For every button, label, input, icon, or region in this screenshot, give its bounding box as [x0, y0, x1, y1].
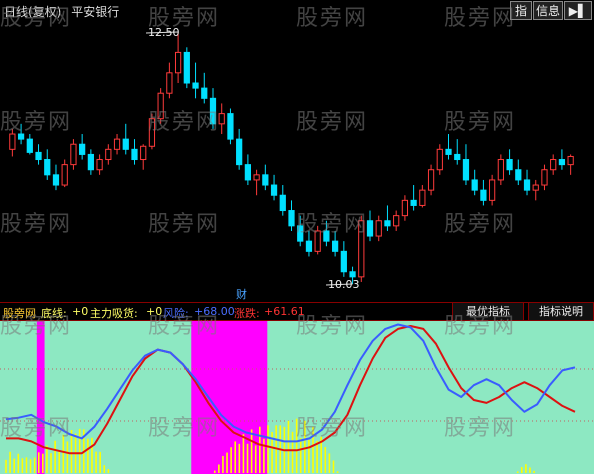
candle — [366, 210, 374, 242]
candle — [523, 169, 531, 196]
candle — [131, 139, 138, 165]
candle — [140, 144, 147, 170]
watermark: 股旁网 — [148, 314, 221, 339]
candle — [96, 154, 103, 175]
finance-marker[interactable]: 财 — [236, 286, 247, 302]
watermark: 股旁网 — [148, 416, 221, 441]
candle — [419, 185, 426, 208]
low-price-label: 10.03 — [328, 278, 360, 291]
candle — [541, 164, 548, 191]
candle — [480, 179, 487, 206]
watermark: 股旁网 — [444, 110, 517, 135]
candle — [410, 185, 417, 211]
watermark: 股旁网 — [444, 314, 517, 339]
watermark: 股旁网 — [444, 6, 517, 31]
candle — [532, 179, 539, 201]
candle — [262, 164, 269, 191]
watermark: 股旁网 — [296, 314, 369, 339]
candle — [454, 139, 461, 165]
candle — [87, 149, 94, 175]
candle — [174, 32, 182, 84]
watermark: 股旁网 — [148, 110, 221, 135]
candle — [61, 159, 68, 188]
candlestick-chart — [9, 31, 574, 286]
candle — [288, 200, 295, 231]
watermark: 股旁网 — [0, 6, 73, 31]
expand-button[interactable]: ▶▌ — [564, 1, 592, 20]
candle — [52, 164, 60, 191]
watermark: 股旁网 — [444, 212, 517, 237]
candle — [567, 154, 574, 175]
candle — [550, 154, 557, 175]
indicator-panel[interactable] — [0, 321, 594, 474]
indicator-chart — [0, 321, 594, 474]
candle — [35, 144, 42, 165]
watermark: 股旁网 — [296, 110, 369, 135]
watermark: 股旁网 — [148, 6, 221, 31]
candle — [489, 174, 496, 206]
candle — [122, 123, 129, 155]
candle — [462, 144, 470, 186]
candle — [79, 134, 86, 160]
info-button[interactable]: 信息 — [533, 1, 563, 20]
candle — [44, 149, 51, 180]
candle — [375, 215, 382, 242]
accumulation-label: 主力吸货: — [90, 307, 138, 320]
watermark: 股旁网 — [296, 212, 369, 237]
bottom-line-value: +0 — [72, 305, 89, 318]
candle — [26, 134, 33, 155]
change-label: 涨跌: — [234, 307, 260, 320]
candle — [427, 164, 435, 196]
candle — [166, 62, 173, 99]
watermark: 股旁网 — [0, 314, 73, 339]
accumulation-zone — [36, 321, 45, 474]
candle — [201, 72, 208, 104]
candle — [113, 134, 121, 155]
candle — [244, 154, 252, 186]
watermark: 股旁网 — [0, 110, 73, 135]
watermark: 股旁网 — [0, 416, 73, 441]
candle — [183, 47, 190, 89]
price-panel[interactable]: 12.50 10.03 财 — [0, 22, 594, 302]
stock-name: 平安银行 — [71, 5, 120, 19]
candle — [70, 139, 77, 170]
candle — [393, 210, 400, 231]
candle — [384, 205, 391, 231]
watermark: 股旁网 — [148, 212, 221, 237]
candle — [515, 159, 522, 186]
watermark: 股旁网 — [296, 416, 369, 441]
watermark: 股旁网 — [296, 6, 369, 31]
candle — [445, 134, 452, 160]
candle — [558, 149, 566, 170]
candle — [401, 195, 409, 221]
watermark: 股旁网 — [0, 212, 73, 237]
candle — [497, 154, 504, 186]
candle — [436, 144, 443, 175]
candle — [506, 149, 513, 175]
candle — [105, 144, 112, 165]
watermark: 股旁网 — [444, 416, 517, 441]
indicator-help-button[interactable]: 指标说明 — [528, 303, 594, 321]
candle — [471, 169, 478, 196]
candle — [270, 174, 278, 201]
candle — [340, 241, 347, 277]
candle — [227, 108, 234, 145]
candle — [279, 185, 286, 216]
candle — [236, 128, 243, 170]
candle — [253, 169, 260, 196]
candle — [192, 62, 199, 99]
play-icon: ▶▌ — [568, 4, 588, 18]
